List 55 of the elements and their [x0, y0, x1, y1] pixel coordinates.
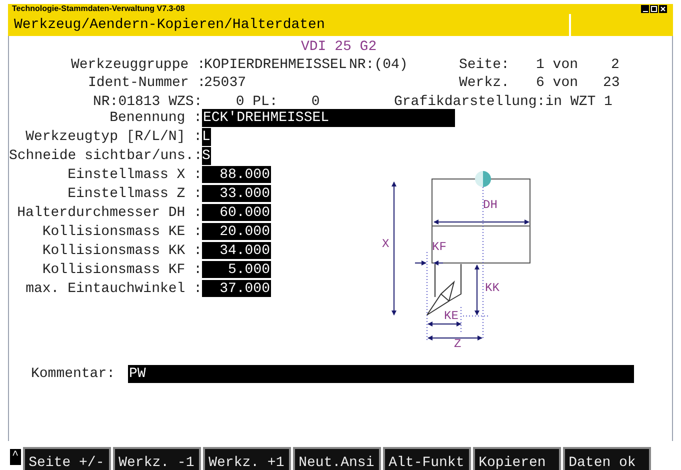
input-field[interactable]: 37.000	[202, 280, 271, 298]
field-label: Werkzeuggruppe :	[71, 56, 206, 74]
input-field[interactable]: 33.000	[202, 184, 271, 202]
field-label: max. Eintauchwinkel :	[24, 280, 202, 298]
minimize-icon[interactable]	[641, 5, 649, 13]
window-title: Technologie-Stammdaten-Verwaltung V7.3-08	[12, 5, 185, 13]
field-label: Ident-Nummer :	[88, 74, 206, 92]
input-field[interactable]: 20.000	[202, 222, 271, 240]
info-text: 1 von	[536, 56, 578, 74]
field-label: Kollisionsmass KE :	[41, 222, 202, 240]
field-label: Halterdurchmesser DH :	[16, 204, 202, 222]
close-icon[interactable]	[659, 5, 667, 13]
function-key-button[interactable]: Alt-Funkt	[382, 447, 471, 470]
field-label: Einstellmass X :	[66, 166, 202, 184]
info-text: NR:01813 WZS: 0 PL: 0	[93, 93, 320, 110]
input-field[interactable]: 34.000	[202, 242, 271, 260]
field-value: KOPIERDREHMEISSEL	[204, 56, 347, 74]
field-label: Kollisionsmass KF :	[41, 260, 202, 278]
maximize-icon[interactable]	[650, 5, 658, 13]
header-title: Werkzeug/Aendern-Kopieren/Halterdaten	[8, 14, 571, 36]
function-key-button[interactable]: Werkz. -1	[112, 447, 201, 470]
field-label: Benennung :	[108, 108, 202, 126]
dimension-label: DH	[483, 198, 498, 212]
scroll-up-button[interactable]: ^	[10, 449, 21, 465]
info-text: Seite:	[459, 56, 510, 74]
field-label: Kommentar:	[31, 365, 116, 383]
field-label: Einstellmass Z :	[66, 184, 202, 202]
input-field[interactable]: L	[202, 128, 211, 146]
input-field[interactable]: 60.000	[202, 204, 271, 222]
function-key-button[interactable]: Neut.Ansi	[292, 447, 381, 470]
input-field[interactable]: 88.000	[202, 166, 271, 184]
dimension-label: X	[382, 237, 390, 251]
field-label: Schneide sichtbar/uns.:	[9, 146, 202, 164]
info-text: 23	[603, 74, 620, 92]
dimension-label: KF	[432, 240, 446, 254]
dimension-label: KE	[444, 309, 458, 323]
info-text: NR:(04)	[349, 56, 408, 74]
info-text: 6 von	[536, 74, 578, 92]
function-key-button[interactable]: Daten ok	[562, 447, 651, 470]
field-value: 25037	[204, 74, 246, 92]
comment-field[interactable]: PW	[128, 365, 634, 383]
function-key-button[interactable]: Werkz. +1	[202, 447, 291, 470]
info-text: 2	[611, 56, 620, 74]
input-field[interactable]: 5.000	[202, 260, 271, 278]
field-label: Werkzeugtyp [R/L/N] :	[24, 128, 202, 146]
info-text: Werkz.	[459, 74, 510, 92]
dimension-label: KK	[485, 281, 500, 295]
info-text: Grafikdarstellung:in WZT 1	[394, 93, 612, 111]
function-key-button[interactable]: Kopieren	[472, 447, 561, 470]
dimension-label: Z	[454, 337, 462, 351]
field-label: Kollisionsmass KK :	[41, 242, 202, 260]
subtitle: VDI 25 G2	[301, 38, 377, 56]
input-field[interactable]: S	[202, 146, 211, 164]
function-key-button[interactable]: Seite +/-	[22, 447, 111, 470]
input-field[interactable]: ECK'DREHMEISSEL	[202, 108, 455, 126]
